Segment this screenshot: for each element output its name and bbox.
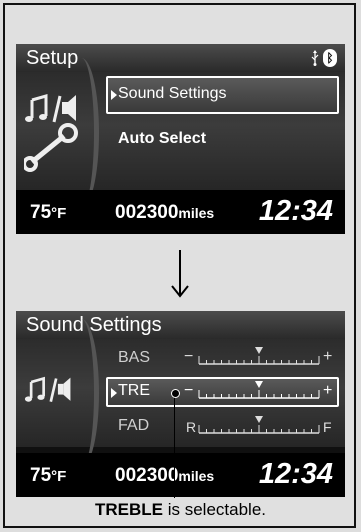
row-label-tre[interactable]: TRE bbox=[118, 382, 150, 400]
setup-screen: Setup ᛒ Sound Settings Auto Select 75°F … bbox=[16, 44, 345, 234]
treble-minus: − bbox=[184, 382, 194, 399]
status-bar: 75°F 002300miles 12:34 bbox=[16, 190, 345, 234]
callout-dot bbox=[171, 389, 180, 398]
status-bar: 75°F 002300miles 12:34 bbox=[16, 453, 345, 497]
odometer-readout: 002300miles bbox=[115, 202, 215, 223]
bass-minus: − bbox=[184, 348, 194, 365]
fader-front: F bbox=[323, 419, 332, 435]
row-label-fad[interactable]: FAD bbox=[118, 417, 149, 435]
fader-scale[interactable] bbox=[179, 415, 331, 437]
fader-rear: R bbox=[186, 419, 197, 435]
clock: 12:34 bbox=[258, 195, 333, 227]
status-icons: ᛒ bbox=[311, 49, 337, 67]
level-marker bbox=[255, 347, 263, 354]
bluetooth-icon: ᛒ bbox=[323, 49, 337, 67]
sound-settings-screen: Sound Settings BAS TRE FAD − + − + R F 7… bbox=[16, 311, 345, 497]
odometer-readout: 002300miles bbox=[115, 465, 215, 486]
caption: TREBLE is selectable. bbox=[0, 500, 361, 520]
temperature-readout: 75°F bbox=[30, 465, 67, 486]
bass-plus: + bbox=[323, 348, 333, 365]
bass-scale[interactable] bbox=[179, 346, 331, 368]
audio-settings-icon bbox=[24, 376, 71, 403]
menu-item-auto-select[interactable]: Auto Select bbox=[118, 130, 206, 148]
callout-line bbox=[174, 393, 175, 498]
temperature-readout: 75°F bbox=[30, 202, 67, 223]
selection-pointer bbox=[111, 388, 117, 398]
usb-icon bbox=[311, 50, 319, 66]
wrench-icon bbox=[24, 123, 78, 172]
menu-item-sound-settings[interactable]: Sound Settings bbox=[118, 85, 227, 103]
setup-content: Sound Settings Auto Select bbox=[16, 58, 345, 208]
audio-settings-icon bbox=[24, 94, 78, 172]
sound-content: BAS TRE FAD − + − + R F bbox=[16, 319, 345, 467]
treble-plus: + bbox=[323, 382, 333, 399]
sound-title: Sound Settings bbox=[26, 314, 162, 336]
treble-scale[interactable] bbox=[179, 380, 331, 402]
row-label-bas[interactable]: BAS bbox=[118, 349, 150, 367]
caption-bold: TREBLE bbox=[95, 500, 163, 519]
level-marker bbox=[255, 381, 263, 388]
selection-pointer bbox=[111, 90, 117, 100]
level-marker bbox=[255, 416, 263, 423]
caption-rest: is selectable. bbox=[163, 500, 266, 519]
clock: 12:34 bbox=[258, 458, 333, 490]
down-arrow-icon bbox=[171, 250, 189, 298]
